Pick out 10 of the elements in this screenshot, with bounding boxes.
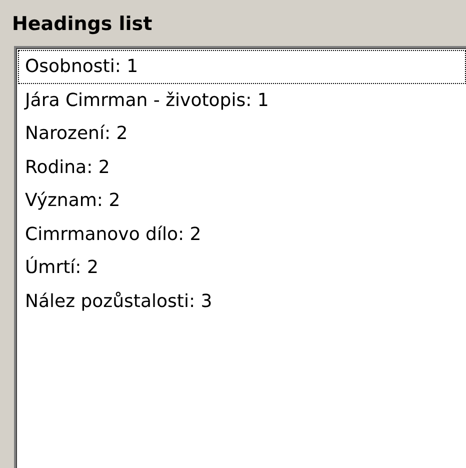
heading-item[interactable]: Jára Cimrman - životopis: 1 <box>18 84 466 117</box>
heading-item[interactable]: Cimrmanovo dílo: 2 <box>18 218 466 251</box>
panel-title: Headings list <box>12 12 154 37</box>
headings-list[interactable]: Osobnosti: 1 Jára Cimrman - životopis: 1 Narození: 2 Rodina: 2 Význam: 2 Cimrmanovo dílo: 2 Úmrtí: 2 Nález pozůstalosti: 3 <box>14 46 466 468</box>
heading-item[interactable]: Význam: 2 <box>18 184 466 218</box>
heading-item[interactable]: Osobnosti: 1 <box>18 50 466 84</box>
heading-item[interactable]: Nález pozůstalosti: 3 <box>18 284 466 318</box>
heading-item[interactable]: Rodina: 2 <box>18 150 466 184</box>
heading-item[interactable]: Úmrtí: 2 <box>18 251 466 284</box>
heading-item[interactable]: Narození: 2 <box>18 117 466 150</box>
